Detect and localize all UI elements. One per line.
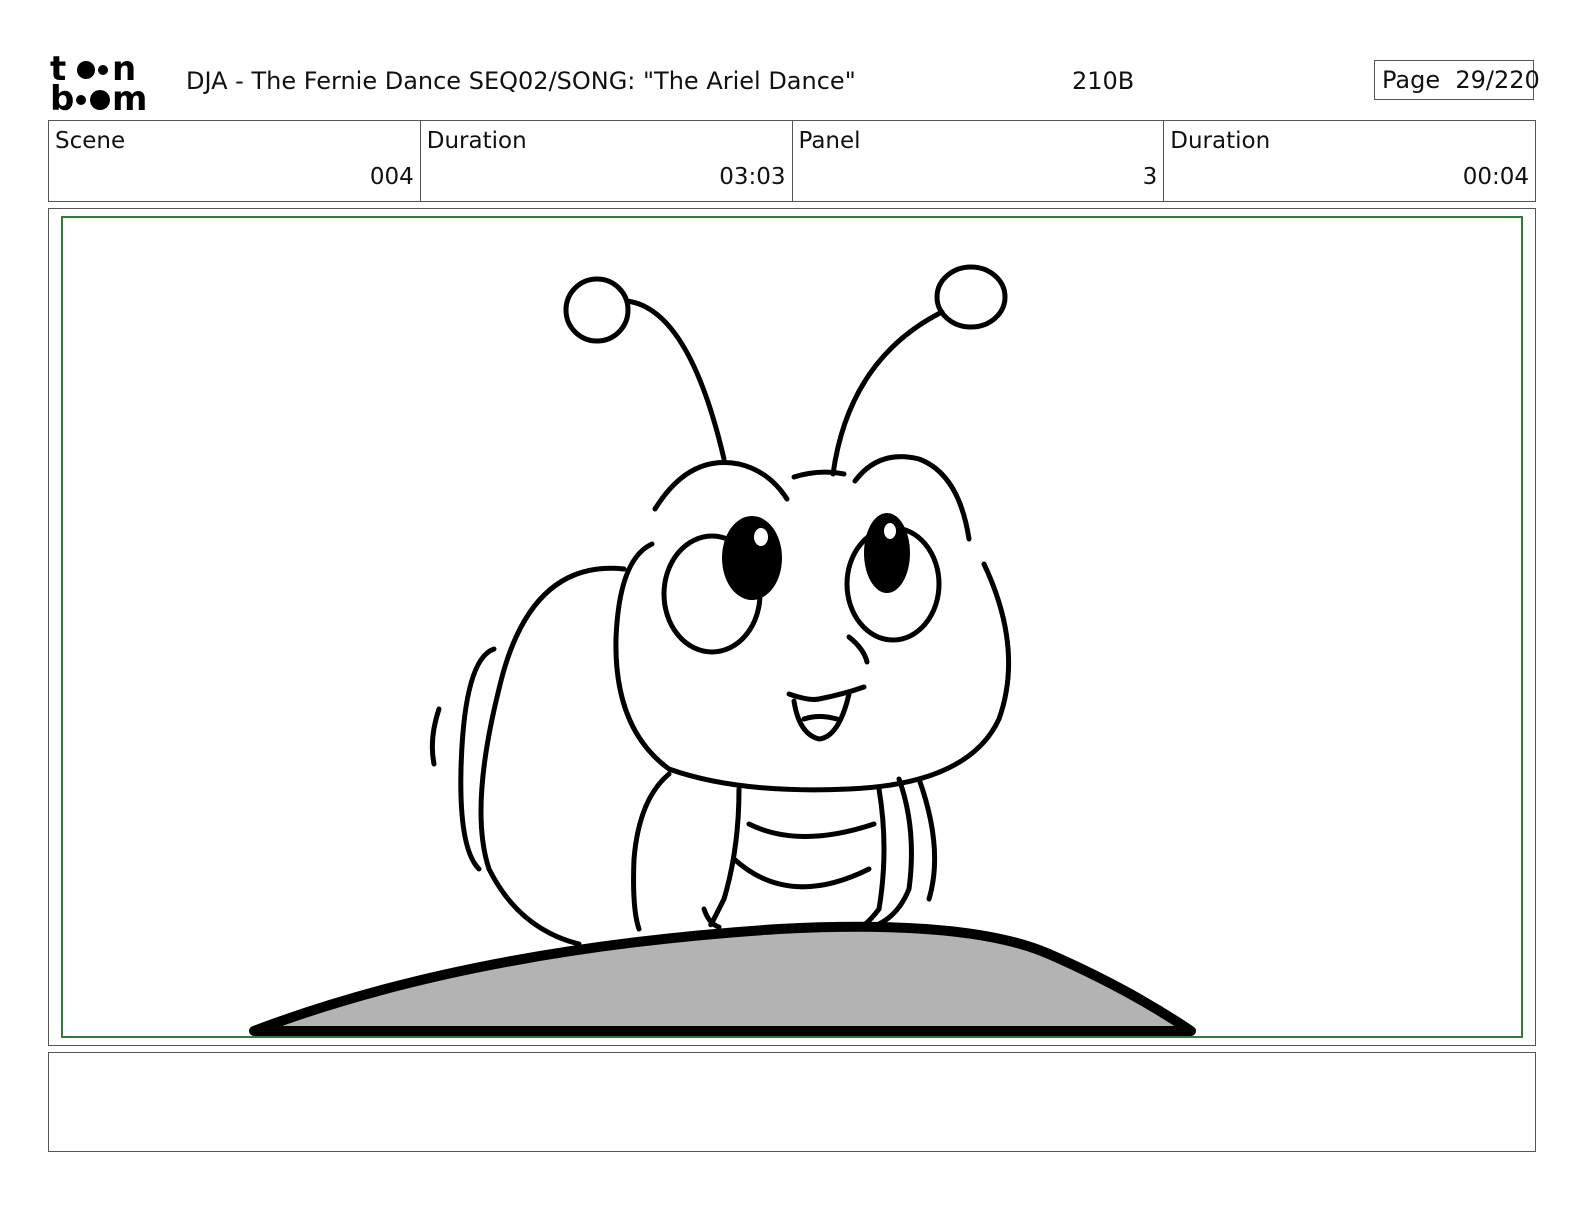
panel-duration-cell: Duration 00:04 bbox=[1164, 121, 1535, 201]
scene-code: 210B bbox=[1072, 67, 1135, 95]
panel-value: 3 bbox=[1142, 164, 1158, 190]
panel-cell: Panel 3 bbox=[793, 121, 1165, 201]
page-label: Page bbox=[1382, 66, 1441, 94]
project-title: DJA - The Fernie Dance SEQ02/SONG: "The … bbox=[186, 67, 856, 95]
page-number: 29/220 bbox=[1455, 66, 1540, 94]
scene-duration-label: Duration bbox=[426, 128, 527, 154]
panel-duration-label: Duration bbox=[1170, 128, 1271, 154]
svg-text:b: b bbox=[50, 79, 74, 114]
panel-info-table: Scene 004 Duration 03:03 Panel 3 Duratio… bbox=[48, 120, 1536, 202]
page-indicator: Page 29/220 bbox=[1374, 60, 1540, 100]
panel-duration-value: 00:04 bbox=[1462, 164, 1529, 190]
ground-mound bbox=[249, 921, 1196, 1036]
scene-duration-cell: Duration 03:03 bbox=[421, 121, 793, 201]
left-pupil bbox=[722, 516, 782, 600]
scene-label: Scene bbox=[55, 128, 126, 154]
panel-notes-box bbox=[48, 1052, 1536, 1152]
panel-label: Panel bbox=[798, 128, 861, 154]
scene-value: 004 bbox=[369, 164, 414, 190]
ant-character-drawing bbox=[249, 264, 1196, 1036]
svg-text:m: m bbox=[112, 79, 147, 114]
scene-cell: Scene 004 bbox=[49, 121, 421, 201]
scene-duration-value: 03:03 bbox=[719, 164, 786, 190]
toon-boom-logo: t n b m bbox=[50, 50, 166, 114]
storyboard-panel bbox=[48, 208, 1536, 1046]
